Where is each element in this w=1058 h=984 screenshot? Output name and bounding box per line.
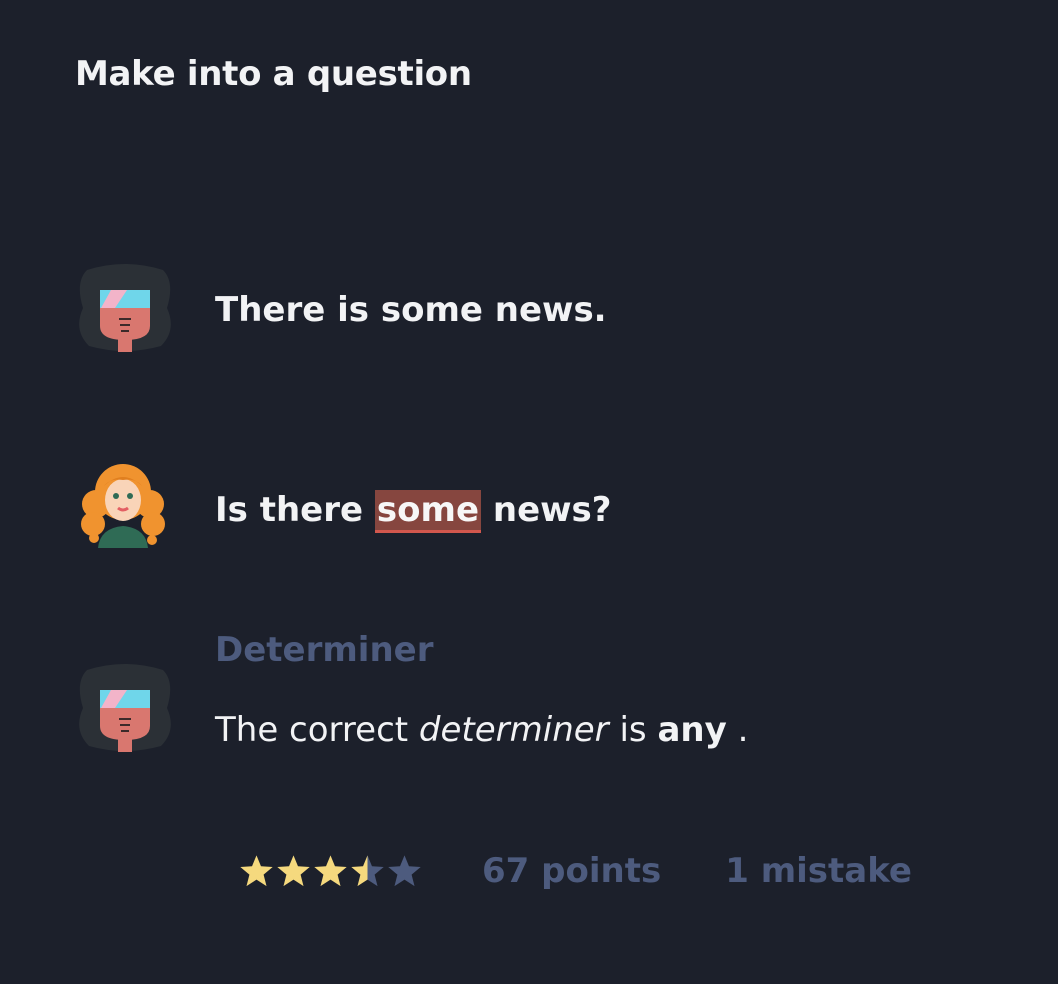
prompt-sentence: There is some news.: [215, 290, 607, 330]
star-icon: [277, 854, 310, 886]
man-with-visor-icon: [75, 260, 175, 360]
points-label: 67 points: [482, 851, 662, 891]
man-with-visor-icon: [75, 660, 175, 760]
feedback-text-mid: is: [619, 710, 647, 750]
exercise-title: Make into a question: [75, 54, 472, 94]
answer-sentence: Is there some news?: [215, 490, 612, 533]
feedback-term: determiner: [418, 710, 609, 750]
star-icon: [388, 854, 421, 886]
mistakes-label: 1 mistake: [725, 851, 912, 891]
feedback-text-start: The correct: [215, 710, 409, 750]
woman-red-curly-hair-icon: [78, 462, 178, 562]
star-icon: [351, 854, 384, 886]
feedback-text-end: .: [737, 710, 749, 750]
star-rating: [238, 853, 424, 890]
correct-word: any: [657, 710, 727, 750]
feedback-explanation: The correct determiner is any .: [215, 710, 748, 750]
answer-text-after: news?: [492, 490, 612, 530]
feedback-heading: Determiner: [215, 630, 434, 670]
incorrect-word-highlight[interactable]: some: [374, 490, 482, 533]
star-icon: [240, 854, 273, 886]
result-summary: 67 points 1 mistake: [238, 848, 912, 894]
star-icon: [314, 854, 347, 886]
answer-text-before: Is there: [215, 490, 364, 530]
